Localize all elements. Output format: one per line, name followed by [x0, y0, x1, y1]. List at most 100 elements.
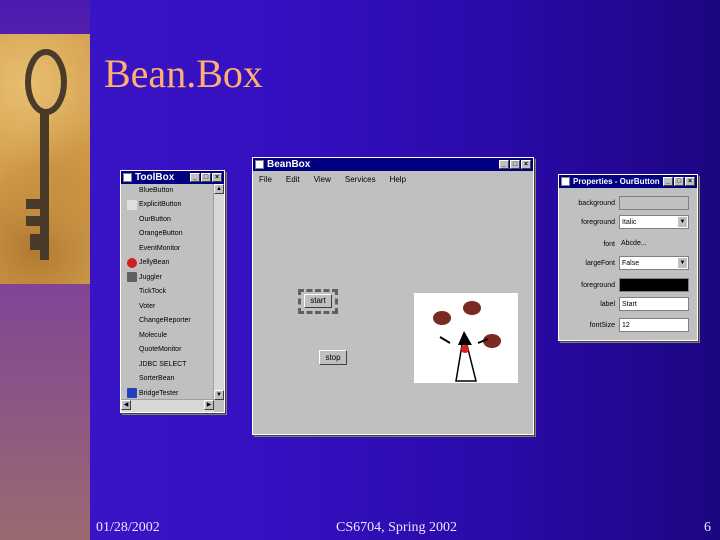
toolbox-vertical-scrollbar[interactable]: ▲ ▼ — [213, 184, 224, 400]
toolbox-item[interactable]: ExplicitButton — [121, 198, 214, 213]
prop-label: foreground — [581, 282, 615, 289]
toolbox-item-label: EventMonitor — [139, 244, 181, 252]
beanbox-window[interactable]: BeanBox _ □ × File Edit View Services He… — [252, 157, 534, 435]
toolbox-item-label: JDBC SELECT — [139, 360, 187, 368]
toolbox-item[interactable]: OurButton — [121, 212, 214, 227]
scroll-right-button[interactable]: ▶ — [204, 400, 214, 410]
window-icon — [123, 173, 132, 182]
bean-icon — [127, 301, 137, 311]
prop-foreground-select[interactable]: Italic — [619, 215, 689, 229]
juggler-image — [433, 301, 501, 382]
close-button[interactable]: × — [212, 173, 222, 182]
bean-icon — [127, 316, 137, 326]
close-button[interactable]: × — [685, 177, 695, 186]
toolbox-item-label: JellyBean — [139, 259, 170, 267]
maximize-button[interactable]: □ — [201, 173, 211, 182]
prop-font-field[interactable]: Abcde... — [619, 237, 689, 251]
prop-background-field[interactable] — [619, 196, 689, 210]
prop-foreground-color-swatch[interactable] — [619, 278, 689, 292]
toolbox-item[interactable]: Molecule — [121, 328, 214, 343]
prop-label: label — [600, 301, 615, 308]
menu-file[interactable]: File — [259, 175, 272, 184]
prop-label-input[interactable]: Start — [619, 297, 689, 311]
menu-view[interactable]: View — [314, 175, 331, 184]
toolbox-item[interactable]: OrangeButton — [121, 227, 214, 242]
bean-icon — [127, 330, 137, 340]
prop-largefont-select[interactable]: False — [619, 256, 689, 270]
maximize-button[interactable]: □ — [674, 177, 684, 186]
prop-row-background: background — [559, 196, 693, 212]
prop-row-foreground: foreground Italic — [559, 215, 693, 231]
toolbox-title: ToolBox — [135, 172, 175, 183]
prop-row-fontsize: fontSize 12 — [559, 318, 693, 334]
prop-label: largeFont — [585, 260, 615, 267]
beanbox-menubar: File Edit View Services Help — [253, 171, 533, 186]
toolbox-item-label: BridgeTester — [139, 389, 179, 397]
bean-icon — [127, 185, 137, 195]
maximize-button[interactable]: □ — [510, 160, 520, 169]
bean-icon — [127, 229, 137, 239]
start-button[interactable]: start — [304, 294, 332, 308]
prop-row-font: font Abcde... — [559, 237, 693, 253]
toolbox-item-label: BlueButton — [139, 186, 174, 194]
bean-icon — [127, 388, 137, 399]
prop-label: foreground — [581, 219, 615, 226]
toolbox-item-label: OrangeButton — [139, 230, 183, 238]
prop-label: background — [578, 200, 615, 207]
minimize-button[interactable]: _ — [663, 177, 673, 186]
prop-label: font — [603, 241, 615, 248]
scroll-down-button[interactable]: ▼ — [214, 390, 224, 400]
properties-window[interactable]: Properties - OurButton _ □ × background … — [558, 174, 698, 341]
toolbox-item[interactable]: JDBC SELECT — [121, 357, 214, 372]
toolbox-item-label: SorterBean — [139, 375, 175, 383]
toolbox-item[interactable]: EventMonitor — [121, 241, 214, 256]
bean-icon — [127, 257, 137, 268]
bean-icon — [127, 287, 137, 297]
toolbox-item-label: OurButton — [139, 215, 171, 223]
menu-services[interactable]: Services — [345, 175, 376, 184]
properties-title: Properties - OurButton — [573, 177, 660, 186]
bean-icon — [127, 214, 137, 224]
beanbox-titlebar[interactable]: BeanBox _ □ × — [253, 158, 533, 171]
bean-icon — [127, 243, 137, 253]
stop-button[interactable]: stop — [319, 350, 347, 365]
bean-icon — [127, 374, 137, 384]
slide-title: Bean.Box — [104, 51, 263, 96]
minimize-button[interactable]: _ — [190, 173, 200, 182]
toolbox-item[interactable]: ChangeReporter — [121, 314, 214, 329]
toolbox-window[interactable]: ToolBox _ □ × BlueButton ExplicitButton Ou… — [120, 170, 225, 413]
minimize-button[interactable]: _ — [499, 160, 509, 169]
toolbox-item[interactable]: BridgeTester — [121, 386, 214, 400]
beanbox-title: BeanBox — [267, 159, 311, 170]
toolbox-item-label: TickTock — [139, 288, 166, 296]
toolbox-horizontal-scrollbar[interactable]: ◀ ▶ — [121, 399, 214, 412]
menu-help[interactable]: Help — [390, 175, 406, 184]
scroll-left-button[interactable]: ◀ — [121, 400, 131, 410]
window-icon — [255, 160, 264, 169]
toolbox-list: BlueButton ExplicitButton OurButton OrangeB… — [121, 183, 214, 400]
toolbox-item-label: ExplicitButton — [139, 201, 182, 209]
bean-icon — [127, 272, 137, 283]
toolbox-item[interactable]: Voter — [121, 299, 214, 314]
toolbox-item[interactable]: QuoteMonitor — [121, 343, 214, 358]
bean-icon — [127, 359, 137, 369]
prop-row-largefont: largeFont False — [559, 256, 693, 272]
prop-label: fontSize — [589, 322, 615, 329]
properties-titlebar[interactable]: Properties - OurButton _ □ × — [559, 175, 697, 188]
toolbox-item[interactable]: JellyBean — [121, 256, 214, 271]
prop-row-label: label Start — [559, 297, 693, 313]
toolbox-item[interactable]: SorterBean — [121, 372, 214, 387]
toolbox-item[interactable]: TickTock — [121, 285, 214, 300]
toolbox-item-label: ChangeReporter — [139, 317, 191, 325]
scroll-up-button[interactable]: ▲ — [214, 184, 224, 194]
footer-course: CS6704, Spring 2002 — [336, 520, 457, 535]
close-button[interactable]: × — [521, 160, 531, 169]
prop-row-foreground-color: foreground — [559, 278, 693, 294]
toolbox-item[interactable]: Juggler — [121, 270, 214, 285]
footer-page-number: 6 — [704, 520, 711, 535]
menu-edit[interactable]: Edit — [286, 175, 300, 184]
footer-date: 01/28/2002 — [96, 520, 160, 535]
prop-fontsize-input[interactable]: 12 — [619, 318, 689, 332]
juggler-bean[interactable] — [414, 293, 518, 383]
toolbox-item[interactable]: BlueButton — [121, 183, 214, 198]
